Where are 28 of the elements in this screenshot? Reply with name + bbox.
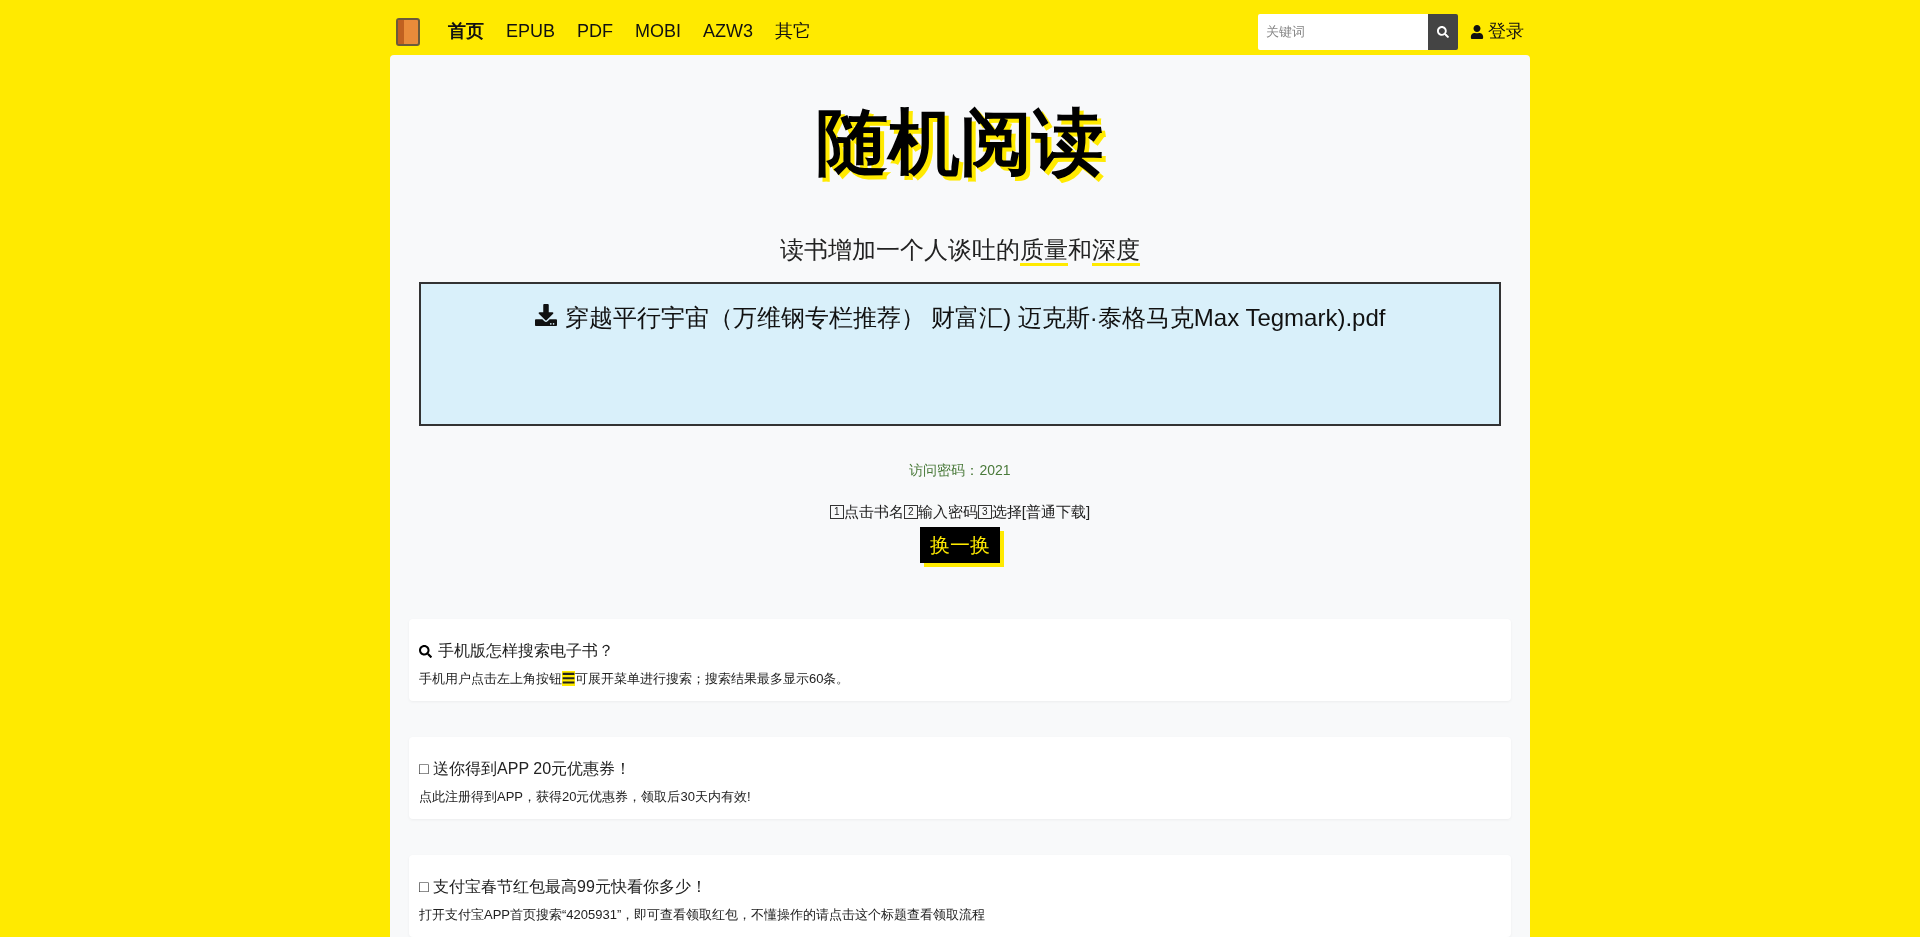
nav-link[interactable]: AZW3 bbox=[703, 18, 754, 46]
download-icon bbox=[534, 303, 557, 326]
notice-description: 打开支付宝APP首页搜索“4205931”，即可查看领取红包，不懂操作的请点击这个标题查看领取流程 bbox=[419, 906, 987, 924]
login-link[interactable]: 登录 bbox=[1470, 18, 1524, 46]
notice-card[interactable]: □ 支付宝春节红包最高99元快看你多少！ 打开支付宝APP首页搜索“4205931”，即可查看领取红包，不懂操作的请点击这个标题查看领取流程 bbox=[409, 855, 1511, 937]
nav-link[interactable]: MOBI bbox=[635, 18, 682, 46]
notice-description: 点此注册得到APP，获得20元优惠券，领取后30天内有效! bbox=[419, 788, 752, 806]
nav-link[interactable]: PDF bbox=[577, 18, 614, 46]
search-icon bbox=[419, 644, 432, 658]
notice-card[interactable]: 手机版怎样搜索电子书？ 手机用户点击左上角按钮☰可展开菜单进行搜索；搜索结果最多显示60条。 bbox=[409, 619, 1511, 701]
search-field[interactable]: 关键词 bbox=[1258, 13, 1428, 50]
search-button[interactable] bbox=[1428, 13, 1458, 50]
book-logo-icon[interactable] bbox=[396, 17, 420, 46]
user-icon bbox=[1470, 24, 1484, 39]
download-steps: 1 点击书名 2 输入密码 3 选择[普通下载] bbox=[829, 500, 1091, 523]
notice-description: 手机用户点击左上角按钮☰可展开菜单进行搜索；搜索结果最多显示60条。 bbox=[419, 670, 851, 688]
notice-title: 手机版怎样搜索电子书？ bbox=[438, 641, 614, 661]
notice-card[interactable]: □ 送你得到APP 20元优惠券！ 点此注册得到APP，获得20元优惠券，领取后30天内有效! bbox=[409, 737, 1511, 819]
notice-title: □ 支付宝春节红包最高99元快看你多少！ bbox=[419, 877, 707, 897]
nav-link[interactable]: 首页 bbox=[448, 18, 484, 46]
book-download-link[interactable]: 穿越平行宇宙（万维钢专栏推荐） 财富汇) 迈克斯·泰格马克Max Tegmark).pdf bbox=[534, 299, 1386, 336]
page-title: 随机阅读 bbox=[816, 101, 1104, 185]
search-icon bbox=[1437, 25, 1449, 38]
access-password: 访问密码：2021 bbox=[909, 460, 1011, 480]
subtitle: 读书增加一个人谈吐的质量和深度 bbox=[780, 231, 1140, 268]
nav-link[interactable]: EPUB bbox=[506, 18, 556, 46]
nav-link[interactable]: 其它 bbox=[775, 18, 812, 46]
notice-title: □ 送你得到APP 20元优惠券！ bbox=[419, 759, 632, 779]
